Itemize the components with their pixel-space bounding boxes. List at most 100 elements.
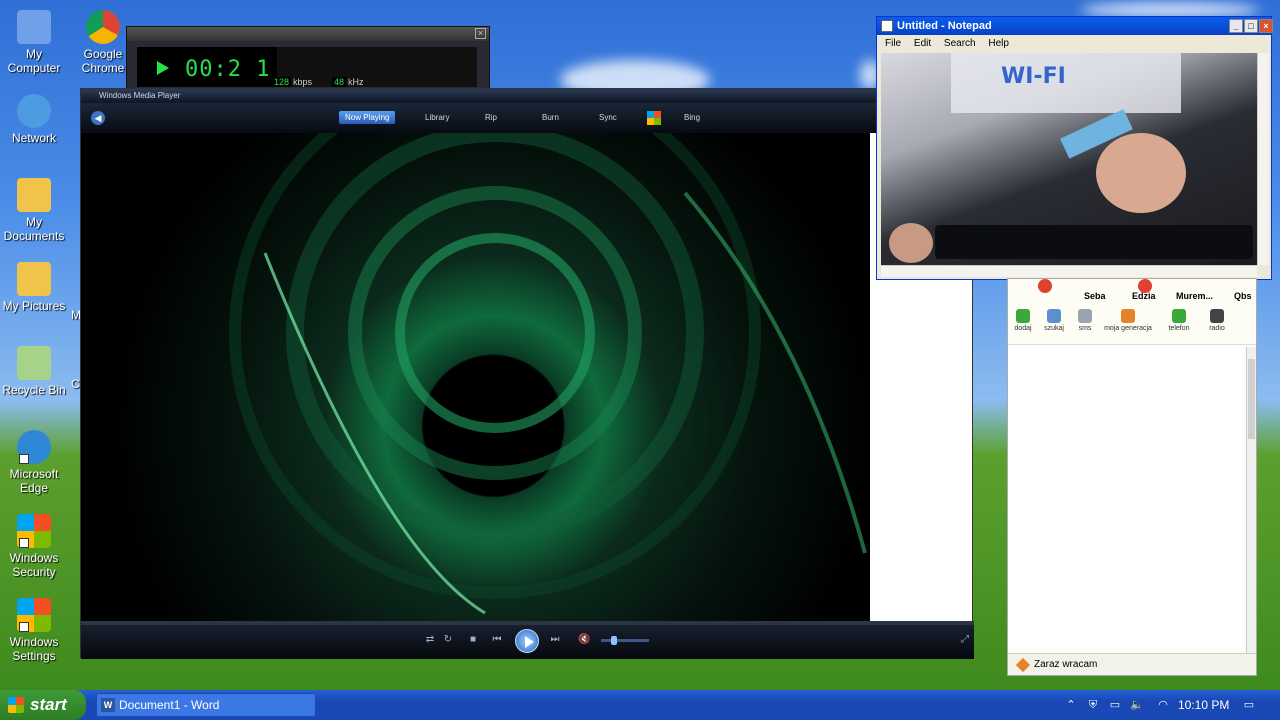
volume-knob[interactable] xyxy=(611,636,617,645)
avatar[interactable] xyxy=(1038,279,1052,293)
desktop-icon-edge[interactable]: Microsoft Edge xyxy=(0,430,69,495)
khz-label: kHz xyxy=(348,77,364,87)
tab-library[interactable]: Library xyxy=(419,111,455,124)
desktop-icon-my-pictures[interactable]: My Pictures xyxy=(0,262,69,313)
desktop-icon-network[interactable]: Network xyxy=(0,94,69,145)
desktop-icon-windows-security[interactable]: Windows Security xyxy=(0,514,69,579)
desktop-icon-label: Windows Security xyxy=(9,551,59,579)
notifications-icon[interactable]: ▭ xyxy=(1242,698,1256,712)
wifi-icon[interactable]: ◠ xyxy=(1156,698,1170,712)
desktop-icon-recycle-bin[interactable]: Recycle Bin xyxy=(0,346,69,397)
status-text: Zaraz wracam xyxy=(1034,659,1098,670)
taskbar-clock[interactable]: 10:10 PM xyxy=(1178,698,1229,712)
tool-label: dodaj xyxy=(1014,325,1032,332)
repeat-icon[interactable]: ↻ xyxy=(442,634,454,646)
windows-logo-icon xyxy=(17,598,51,632)
network-icon[interactable]: ▭ xyxy=(1108,698,1122,712)
tool-search[interactable]: szukaj xyxy=(1037,309,1071,332)
chevron-up-icon[interactable]: ⌃ xyxy=(1064,698,1078,712)
contact-seba[interactable]: Seba xyxy=(1084,291,1106,301)
desktop-icon-my-documents[interactable]: My Documents xyxy=(0,178,69,243)
chrome-icon xyxy=(86,10,120,44)
wmp-nav: ◀ Now Playing Library Rip Burn Sync Bing xyxy=(81,103,972,133)
back-button[interactable]: ◀ xyxy=(91,111,105,125)
folder-icon xyxy=(17,178,51,212)
winamp-titlebar[interactable] xyxy=(127,27,489,41)
desktop-icon-my-computer[interactable]: My Computer xyxy=(0,10,69,75)
windows-media-player[interactable]: Windows Media Player ◀ Now Playing Libra… xyxy=(80,88,974,659)
keyboard-image xyxy=(935,225,1253,259)
wmp-titlebar[interactable]: Windows Media Player xyxy=(81,89,972,103)
tab-bing[interactable]: Bing xyxy=(678,111,706,124)
start-label: start xyxy=(30,695,67,714)
tool-telefon[interactable]: telefon xyxy=(1162,309,1196,332)
edge-icon xyxy=(17,430,51,464)
volume-slider[interactable] xyxy=(601,639,649,642)
tab-burn[interactable]: Burn xyxy=(536,111,565,124)
tool-label: radio xyxy=(1209,325,1225,332)
shortcut-arrow-icon xyxy=(19,622,29,632)
phone-icon xyxy=(1172,309,1186,323)
tool-add[interactable]: dodaj xyxy=(1006,309,1040,332)
visualizer xyxy=(85,133,870,621)
windows-logo-icon xyxy=(17,514,51,548)
tool-label: sms xyxy=(1078,325,1092,332)
horizontal-scrollbar[interactable] xyxy=(881,265,1257,277)
status-bar[interactable]: Zaraz wracam xyxy=(1008,653,1256,675)
menu-edit[interactable]: Edit xyxy=(914,38,931,49)
webcam-overlay: WI-FI xyxy=(881,53,1257,265)
shield-icon[interactable]: ⛨ xyxy=(1086,698,1100,712)
previous-icon[interactable]: ⏮ xyxy=(491,634,503,646)
scroll-thumb[interactable] xyxy=(1248,359,1255,439)
seek-bar[interactable] xyxy=(81,621,974,625)
minimize-button[interactable]: _ xyxy=(1229,19,1243,33)
sms-icon xyxy=(1078,309,1092,323)
close-button[interactable]: × xyxy=(1259,19,1273,33)
contact-murem[interactable]: Murem... xyxy=(1176,291,1213,301)
tool-moja-generacja[interactable]: moja generacja xyxy=(1100,309,1156,332)
tab-rip[interactable]: Rip xyxy=(479,111,503,124)
menu-help[interactable]: Help xyxy=(988,38,1009,49)
tab-now-playing[interactable]: Now Playing xyxy=(339,111,396,124)
desktop-icon-windows-settings[interactable]: Windows Settings xyxy=(0,598,69,663)
fullscreen-icon[interactable]: ⤢ xyxy=(959,634,971,646)
winamp-player[interactable]: × 00:2 1 128 kbps 48 kHz xyxy=(126,26,490,92)
winamp-khz: 48 kHz xyxy=(332,77,364,87)
taskbar-item-word[interactable]: W Document1 - Word xyxy=(96,693,316,717)
tool-label: moja generacja xyxy=(1104,325,1152,332)
notepad-titlebar[interactable]: Untitled - Notepad _ □ × xyxy=(877,17,1273,35)
play-button[interactable] xyxy=(515,629,539,653)
contact-edzia[interactable]: Edzia xyxy=(1132,291,1156,301)
tab-sync[interactable]: Sync xyxy=(593,111,623,124)
menu-search[interactable]: Search xyxy=(944,38,976,49)
next-icon[interactable]: ⏭ xyxy=(549,634,561,646)
desktop-icon-label: My Documents xyxy=(3,215,65,243)
kbps-label: kbps xyxy=(293,77,313,87)
close-button[interactable]: × xyxy=(475,28,486,39)
start-button[interactable]: start xyxy=(0,690,86,720)
contact-list[interactable] xyxy=(1008,347,1244,647)
vertical-scrollbar[interactable] xyxy=(1257,53,1269,265)
desktop-icon-label: Recycle Bin xyxy=(2,383,66,397)
tool-radio[interactable]: radio xyxy=(1200,309,1234,332)
volume-icon[interactable]: 🔈 xyxy=(1130,698,1144,712)
svg-text:WI-FI: WI-FI xyxy=(1001,64,1066,89)
khz-value: 48 xyxy=(332,77,347,87)
add-icon xyxy=(1016,309,1030,323)
menu-file[interactable]: File xyxy=(885,38,901,49)
stop-icon[interactable]: ■ xyxy=(467,634,479,646)
windows-logo-icon[interactable] xyxy=(647,111,661,125)
contact-qbs[interactable]: Qbs xyxy=(1234,291,1252,301)
messenger-window[interactable]: Seba Edzia Murem... Qbs dodaj szukaj sms… xyxy=(1007,278,1257,676)
mute-icon[interactable]: 🔇 xyxy=(578,634,590,646)
maximize-button[interactable]: □ xyxy=(1244,19,1258,33)
shuffle-icon[interactable]: ⇄ xyxy=(424,634,436,646)
desktop-icon-label: Windows Settings xyxy=(9,635,59,663)
notepad-title: Untitled - Notepad xyxy=(897,20,992,32)
desktop-icon-label: My Computer xyxy=(7,47,61,75)
contact-list-scrollbar[interactable] xyxy=(1246,347,1256,653)
notepad-window[interactable]: Untitled - Notepad _ □ × File Edit Searc… xyxy=(876,16,1273,280)
tool-sms[interactable]: sms xyxy=(1068,309,1102,332)
system-tray: ⌃ ⛨ ▭ 🔈 ◠ 10:10 PM ▭ xyxy=(1060,690,1280,720)
kbps-value: 128 xyxy=(272,77,292,87)
